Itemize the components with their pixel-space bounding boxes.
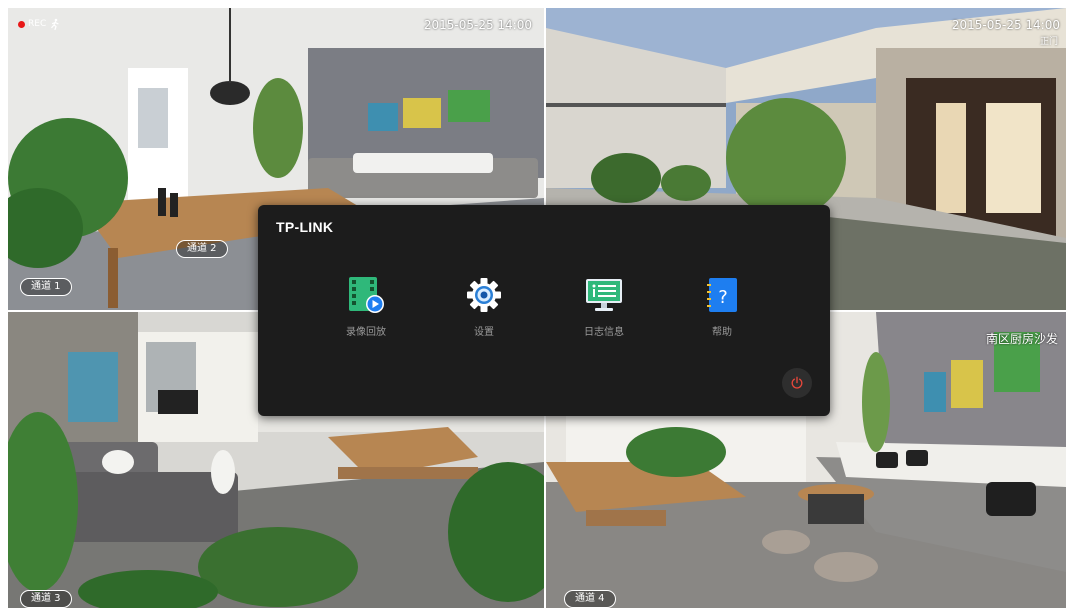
brand-logo: TP-LINK <box>276 219 334 235</box>
menu-item-logs[interactable]: 日志信息 <box>564 275 644 338</box>
camera-1-timestamp: 2015-05-25 14:00 <box>423 18 532 32</box>
menu-item-logs-label: 日志信息 <box>584 327 624 338</box>
menu-item-playback[interactable]: 录像回放 <box>326 275 406 338</box>
menu-item-settings[interactable]: 设置 <box>444 275 524 338</box>
video-playback-icon <box>346 275 386 315</box>
camera-4-channel-label[interactable]: 通道 4 <box>564 590 616 608</box>
menu-item-help-label: 帮助 <box>712 327 732 338</box>
camera-3-channel-label[interactable]: 通道 3 <box>20 590 72 608</box>
motion-detect-icon <box>51 18 59 30</box>
rec-label: REC <box>28 19 47 29</box>
menu-item-settings-label: 设置 <box>474 327 494 338</box>
menu-item-help[interactable]: ? 帮助 <box>682 275 762 338</box>
menu-item-playback-label: 录像回放 <box>346 327 386 338</box>
camera-4-name: 南区厨房沙发 <box>985 332 1058 346</box>
help-book-icon: ? <box>702 275 742 315</box>
svg-text:?: ? <box>718 287 728 308</box>
camera-1-channel-label[interactable]: 通道 1 <box>20 278 72 296</box>
recording-indicator: REC <box>18 18 61 30</box>
camera-2-timestamp: 2015-05-25 14:00 <box>951 18 1060 32</box>
gear-icon <box>464 275 504 315</box>
camera-2-sublabel: 正门 <box>1039 37 1058 47</box>
camera-1-overlay-channel-label[interactable]: 通道 2 <box>176 240 228 258</box>
power-button[interactable] <box>782 368 812 398</box>
main-menu-panel: TP-LINK 录像回放 设置 日志信息 ? 帮助 <box>258 205 830 416</box>
rec-dot-icon <box>18 20 25 28</box>
power-icon <box>791 376 803 389</box>
monitor-log-icon <box>584 275 624 315</box>
